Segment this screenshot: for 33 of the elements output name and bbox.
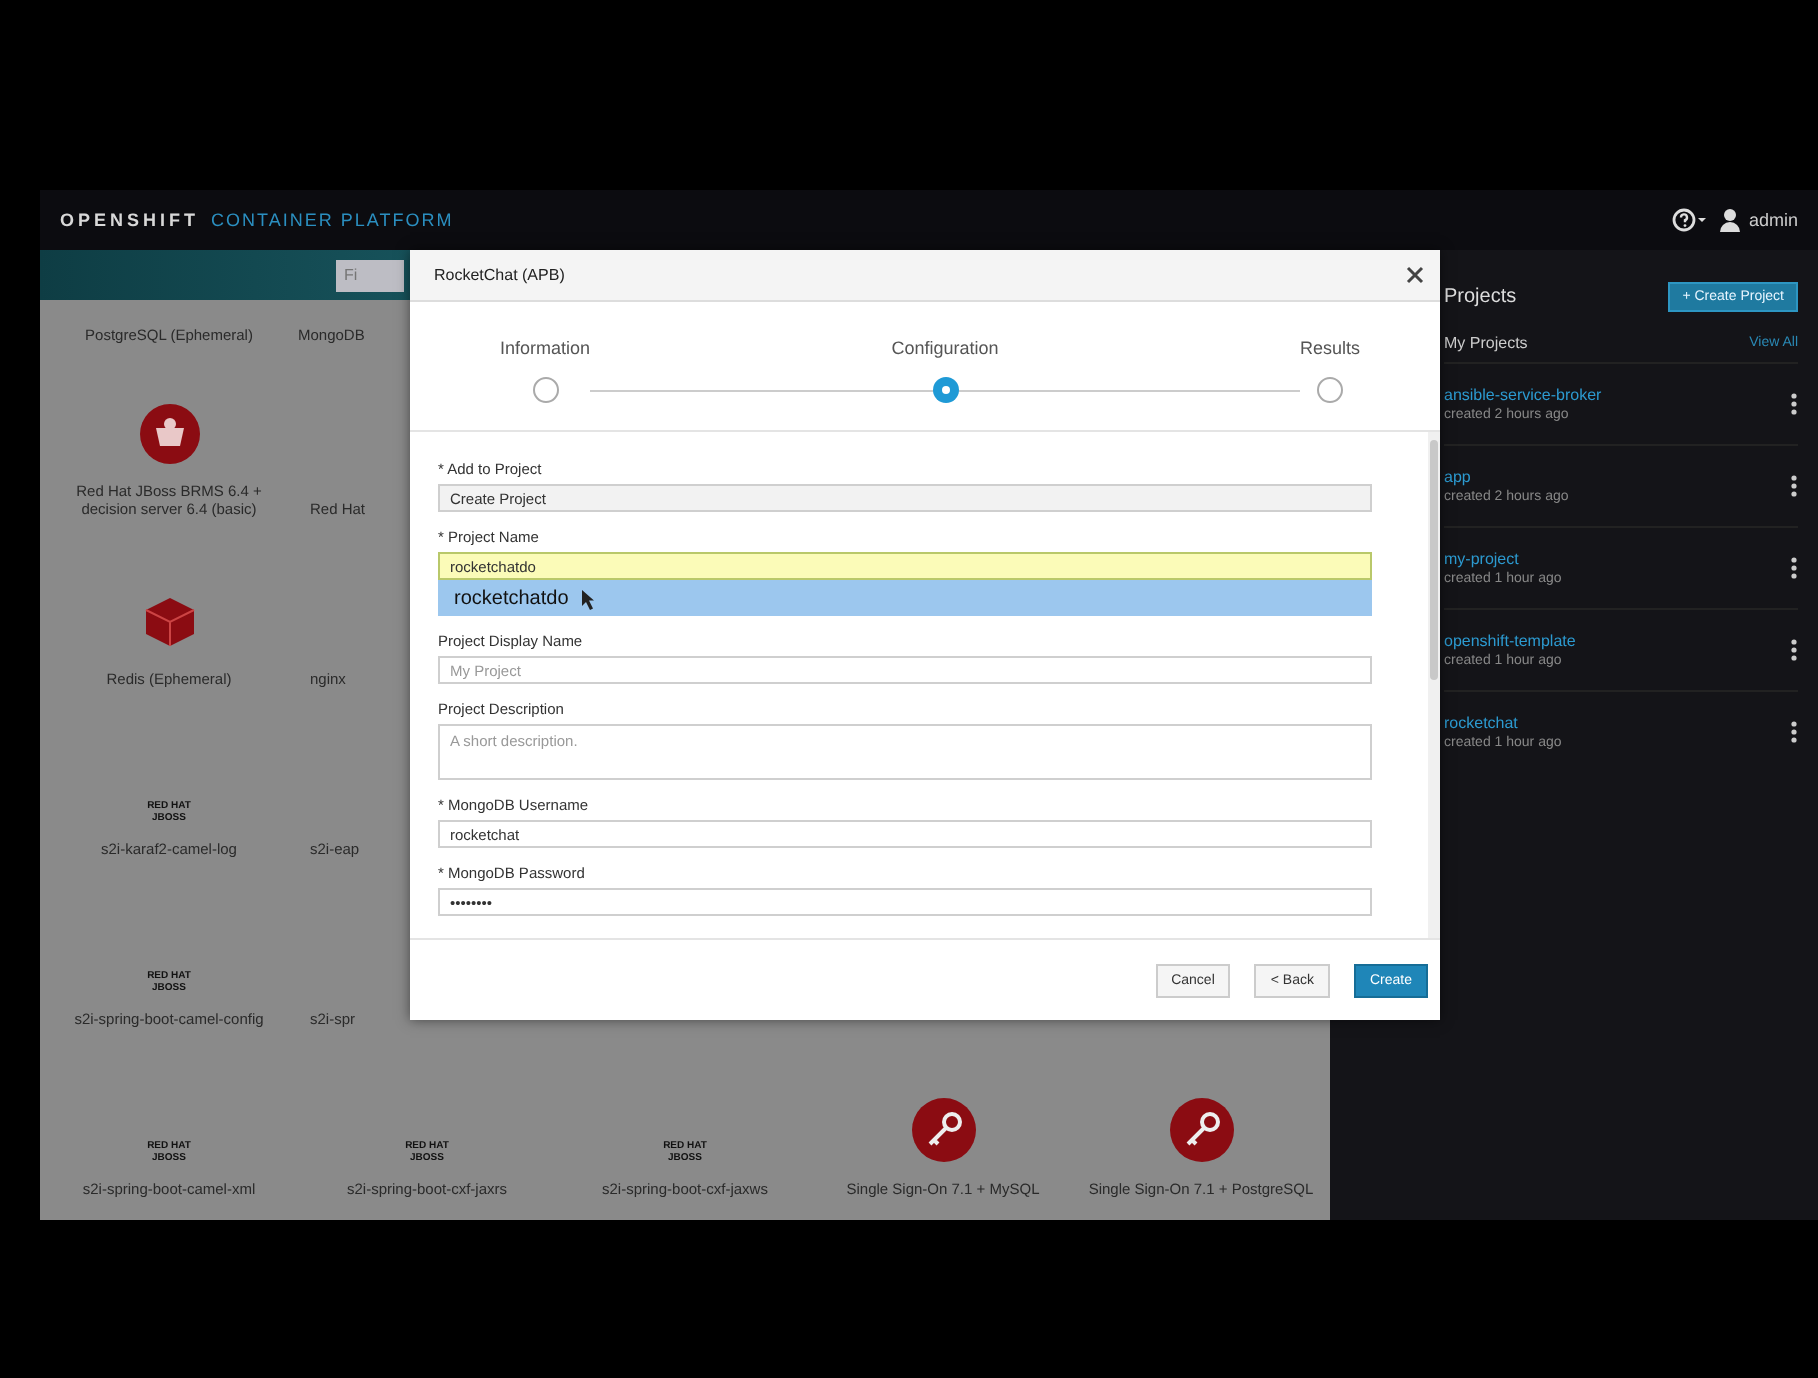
project-link[interactable]: rocketchat [1444,714,1562,732]
step-circle-icon [1315,376,1344,404]
step-circle-icon [531,376,560,404]
kebab-menu-icon[interactable] [1790,556,1798,580]
user-menu[interactable]: admin [1720,208,1798,232]
app-logo-icon [137,401,201,465]
kebab-menu-icon[interactable] [1790,638,1798,662]
project-link[interactable]: my-project [1444,550,1562,568]
wizard-step[interactable]: Configuration [891,302,999,430]
product-name: CONTAINER PLATFORM [211,210,454,230]
autocomplete-suggestion[interactable]: rocketchatdo [438,580,1372,616]
project-link[interactable]: app [1444,468,1569,486]
user-icon [1720,208,1741,232]
close-icon[interactable] [1406,266,1424,284]
key-icon [909,1096,977,1165]
panel-title: Projects [1444,285,1517,307]
help-icon [1672,208,1709,232]
kebab-menu-icon[interactable] [1790,392,1798,416]
wizard-step[interactable]: Results [1299,302,1360,430]
brand-logo: OPENSHIFT [60,210,200,230]
search-field[interactable]: Fi [336,259,404,291]
step-circle-icon [931,376,959,404]
wizard-step[interactable]: Information [500,302,591,430]
kebab-menu-icon[interactable] [1790,474,1798,498]
project-link[interactable]: ansible-service-broker [1444,386,1602,404]
dialog-title: RocketChat (APB) [434,266,565,284]
project-link[interactable]: openshift-template [1444,632,1576,650]
help-menu[interactable] [1672,208,1709,232]
scrollbar[interactable] [1428,432,1440,938]
key-icon [1167,1096,1235,1165]
kebab-menu-icon[interactable] [1790,720,1798,744]
list-title: My Projects [1444,333,1528,351]
pointer-icon [580,587,597,609]
